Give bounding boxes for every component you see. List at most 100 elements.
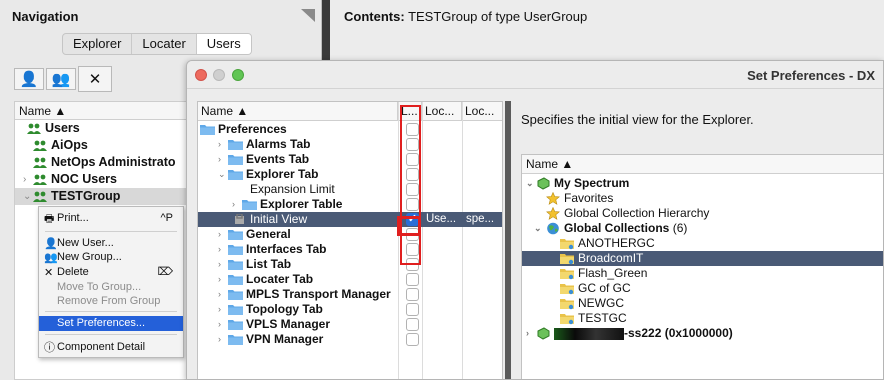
expand-arrow-icon[interactable]: › [23,171,33,188]
view-item-global-collection-hierarchy[interactable]: Global Collection Hierarchy [522,206,883,221]
pref-row-topology-tab[interactable]: › Topology Tab [198,302,502,317]
view-item-my-spectrum[interactable]: ⌄ My Spectrum [522,176,883,191]
preference-description: Specifies the initial view for the Explo… [521,112,754,127]
close-button[interactable]: ✕ [78,66,112,92]
expand-arrow-icon[interactable]: › [218,137,221,152]
view-item-text: Global Collections [564,221,670,235]
user-group-icon [33,191,47,203]
view-item-newgc[interactable]: NEWGC [522,296,883,311]
folder-icon [560,297,574,310]
pref-row-explorer-table[interactable]: › Explorer Table [198,197,502,212]
folder-icon [228,154,243,165]
view-item-broadcomit[interactable]: BroadcomIT [522,251,883,266]
view-item-flash-green[interactable]: Flash_Green [522,266,883,281]
pref-row-locater-tab[interactable]: › Locater Tab [198,272,502,287]
contents-value: TESTGroup of type UserGroup [408,9,588,24]
menu-item-new-group[interactable]: 👥 New Group... [39,250,183,265]
view-item-label: ANOTHERGC [578,236,655,251]
menu-item-label: Remove From Group [57,295,161,307]
pref-name: Alarms Tab [246,137,311,151]
lock-checkbox[interactable] [406,333,419,346]
pref-row-explorer-tab[interactable]: ⌄ Explorer Tab [198,167,502,182]
expand-arrow-icon[interactable]: › [218,272,221,287]
user-icon: 👤 [19,71,39,88]
menu-item-label: Delete [57,266,89,278]
pref-row-vpn-manager[interactable]: › VPN Manager [198,332,502,347]
lock-checkbox[interactable] [406,303,419,316]
lock-icon [232,213,247,225]
split-pane-divider[interactable] [505,101,511,379]
menu-separator [45,311,177,312]
dialog-titlebar[interactable]: Set Preferences - DX [187,61,883,89]
pref-row-general[interactable]: › General [198,227,502,242]
expand-arrow-icon[interactable]: › [218,152,221,167]
minimize-window-button[interactable] [213,69,225,81]
pref-row-mpls-transport-manager[interactable]: › MPLS Transport Manager [198,287,502,302]
view-item-favorites[interactable]: Favorites [522,191,883,206]
user-filter-button[interactable]: 👤 [14,68,44,90]
menu-item-set-preferences[interactable]: Set Preferences... [39,316,183,331]
folder-icon [228,334,243,345]
pref-row-interfaces-tab[interactable]: › Interfaces Tab [198,242,502,257]
pref-row-expansion-limit[interactable]: Expansion Limit [198,182,502,197]
expand-arrow-icon[interactable]: › [218,242,221,257]
menu-item-print[interactable]: 🖶 Print... ^P [39,211,183,226]
folder-icon [560,282,574,295]
view-item-anothergc[interactable]: ANOTHERGC [522,236,883,251]
lock-checkbox[interactable] [406,288,419,301]
tree-item-label: NetOps Administrato [51,155,176,169]
expand-arrow-icon[interactable]: › [218,302,221,317]
expand-arrow-icon[interactable]: › [218,317,221,332]
group-filter-button[interactable]: 👥 [46,68,76,90]
pref-name: List Tab [246,257,292,271]
expand-arrow-icon[interactable]: › [218,257,221,272]
menu-item-label: New User... [57,237,114,249]
menu-item-component-detail[interactable]: ⓘ Component Detail [39,340,183,355]
expand-arrow-icon[interactable]: › [232,197,235,212]
column-header-loc2[interactable]: Loc... [462,102,502,121]
column-header-name[interactable]: Name ▲ [198,102,398,121]
pref-row-list-tab[interactable]: › List Tab [198,257,502,272]
column-header-loc1[interactable]: Loc... [422,102,462,121]
tab-users[interactable]: Users [196,34,251,54]
pref-row-initial-view[interactable]: Initial View ✓ Use... spe... [198,212,502,227]
expand-arrow-icon[interactable]: › [526,326,529,341]
view-item-label: NEWGC [578,296,624,311]
menu-item-new-user[interactable]: 👤 New User... [39,236,183,251]
pref-row-vpls-manager[interactable]: › VPLS Manager [198,317,502,332]
nav-toolbar: 👤 👥 ✕ [14,66,112,92]
lock-checkbox[interactable] [406,318,419,331]
expand-arrow-icon[interactable]: ⌄ [218,167,226,182]
tab-locater[interactable]: Locater [132,34,197,54]
view-tree-header[interactable]: Name ▲ [522,155,883,174]
expand-arrow-icon[interactable]: ⌄ [23,188,33,205]
view-item-global-collections[interactable]: ⌄ Global Collections (6) [522,221,883,236]
globe-icon [546,222,560,235]
expand-arrow-icon[interactable]: ⌄ [534,221,542,236]
view-item-ss222-0x1000000-[interactable]: › -ss222 (0x1000000) [522,326,883,341]
folder-icon [228,259,243,270]
pref-row-alarms-tab[interactable]: › Alarms Tab [198,137,502,152]
folder-icon [228,169,243,180]
menu-item-label: Move To Group... [57,281,142,293]
zoom-window-button[interactable] [232,69,244,81]
expand-arrow-icon[interactable]: ⌄ [526,176,534,191]
menu-item-label: Set Preferences... [57,317,146,329]
lock-checkbox[interactable] [406,273,419,286]
view-item-gc-of-gc[interactable]: GC of GC [522,281,883,296]
collapse-corner-icon[interactable] [300,7,316,23]
pref-row-events-tab[interactable]: › Events Tab [198,152,502,167]
pref-row-preferences[interactable]: Preferences [198,122,502,137]
pref-name: VPLS Manager [246,317,331,331]
close-window-button[interactable] [195,69,207,81]
expand-arrow-icon[interactable]: › [218,287,221,302]
view-item-text: Favorites [564,191,614,205]
tab-explorer[interactable]: Explorer [63,34,133,54]
view-item-testgc[interactable]: TESTGC [522,311,883,326]
view-item-text: My Spectrum [554,176,630,190]
pref-name: Explorer Tab [246,167,319,181]
menu-item-delete[interactable]: ✕ Delete ⌦ [39,265,183,280]
folder-icon [228,304,243,315]
expand-arrow-icon[interactable]: › [218,332,221,347]
expand-arrow-icon[interactable]: › [218,227,221,242]
